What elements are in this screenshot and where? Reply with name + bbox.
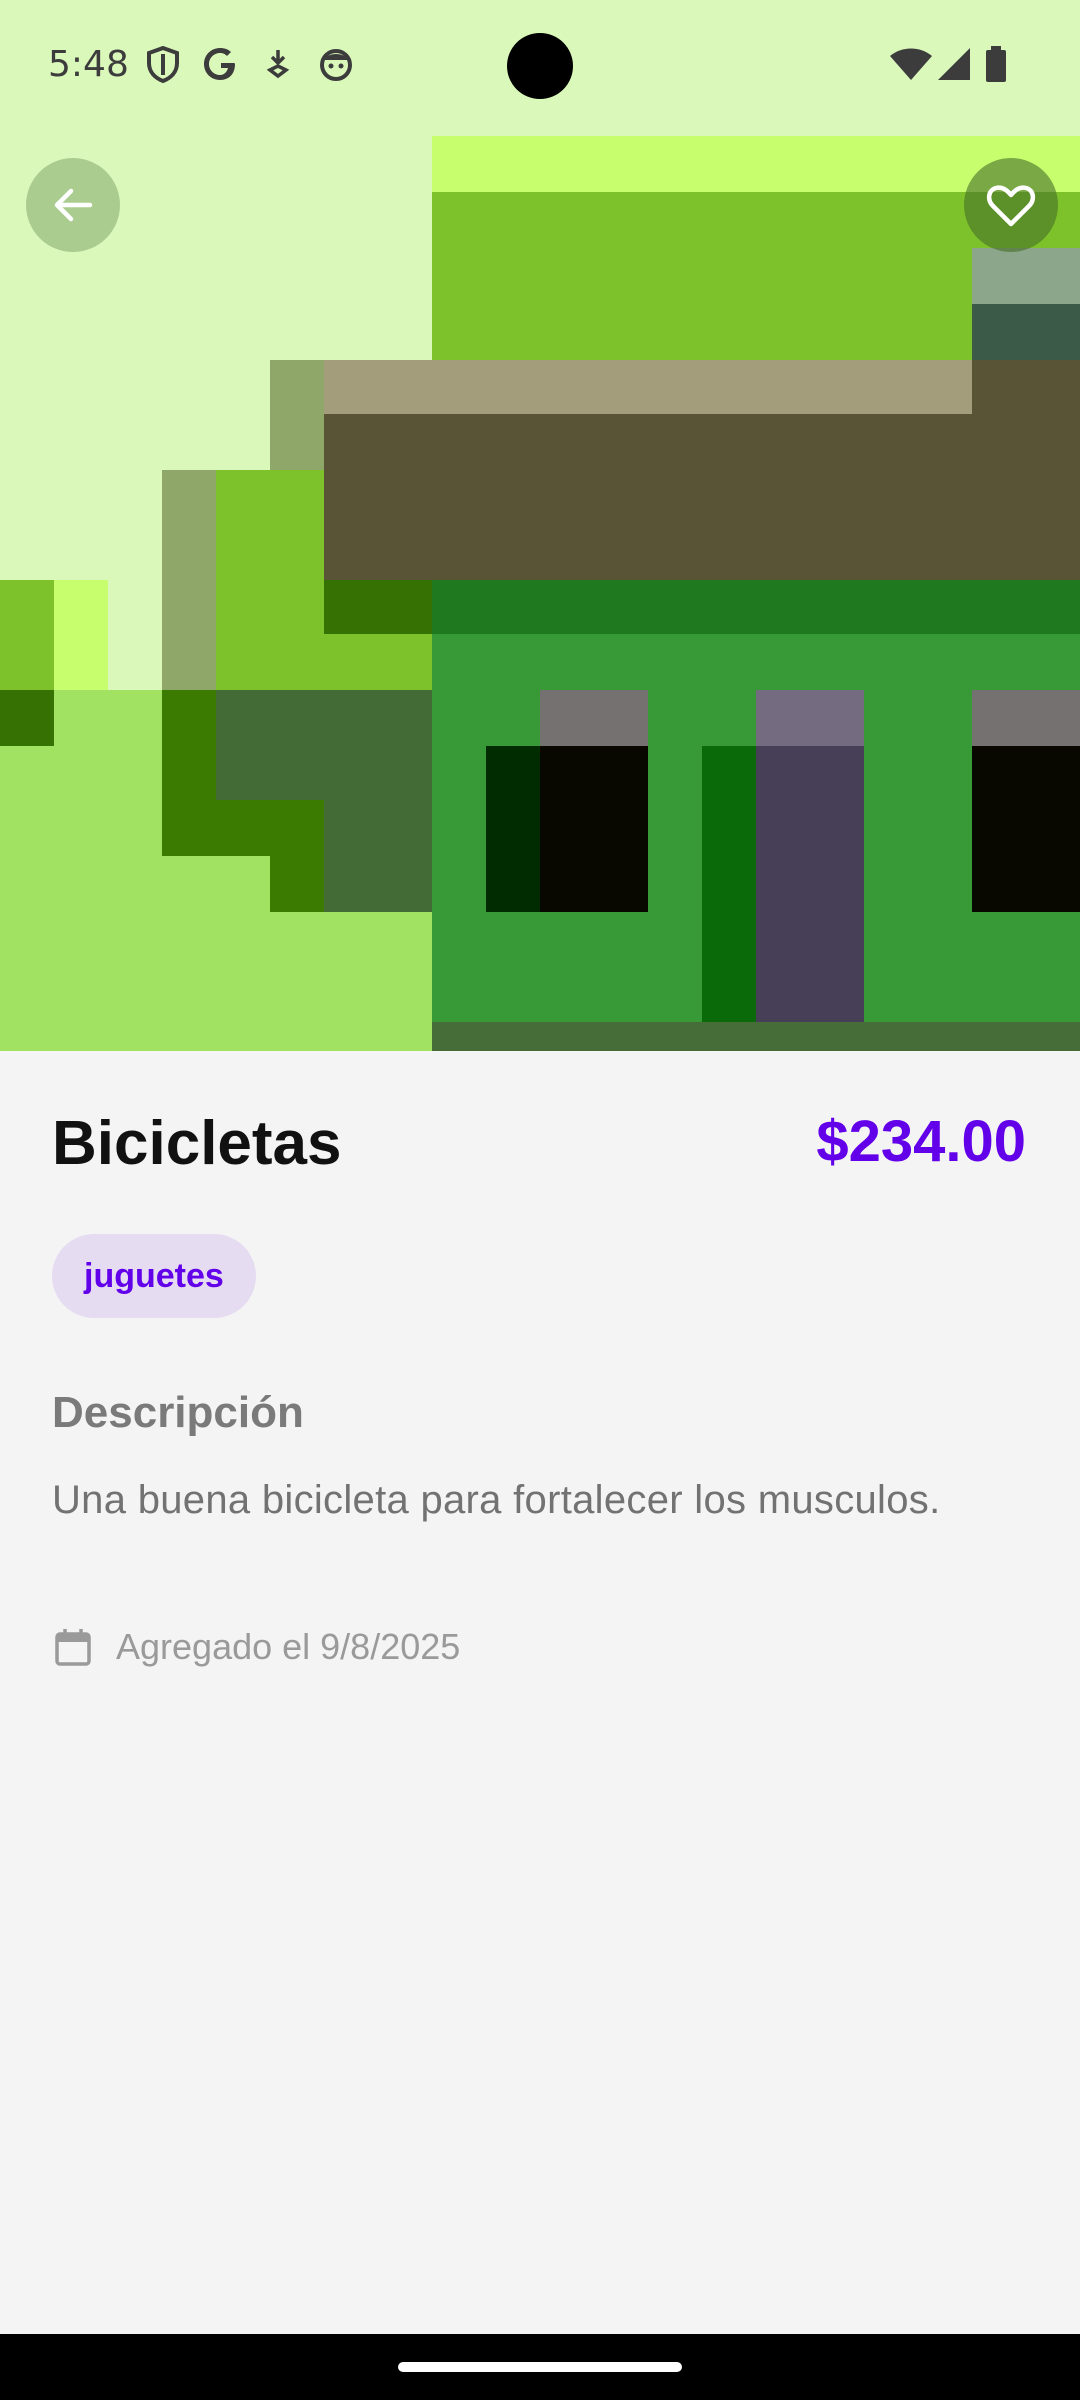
wifi-icon <box>890 48 932 80</box>
product-title: Bicicletas <box>52 1109 342 1178</box>
calendar-icon <box>55 1629 91 1666</box>
favorite-button[interactable] <box>964 158 1058 252</box>
description-heading: Descripción <box>52 1388 304 1437</box>
product-image-art <box>0 136 1080 1051</box>
status-bar: 5:48 <box>0 0 1080 136</box>
arrow-left-icon <box>54 188 93 222</box>
product-image <box>0 136 1080 1051</box>
google-g-icon <box>204 48 235 80</box>
signal-icon <box>938 48 970 80</box>
battery-icon <box>986 46 1006 82</box>
added-date-row: Agregado el 9/8/2025 <box>52 1626 460 1668</box>
download-arrow-icon <box>266 50 290 79</box>
camera-cutout <box>507 33 573 99</box>
back-button[interactable] <box>26 158 120 252</box>
added-date-text: Agregado el 9/8/2025 <box>116 1626 461 1667</box>
product-price: $234.00 <box>816 1109 1026 1174</box>
home-gesture-handle[interactable] <box>398 2362 682 2372</box>
description-text: Una buena bicicleta para fortalecer los … <box>52 1478 941 1522</box>
category-chip[interactable]: juguetes <box>52 1234 256 1318</box>
heart-outline-icon <box>986 185 1036 227</box>
shield-icon <box>147 45 179 84</box>
face-icon <box>320 49 352 81</box>
status-time: 5:48 <box>48 44 129 85</box>
